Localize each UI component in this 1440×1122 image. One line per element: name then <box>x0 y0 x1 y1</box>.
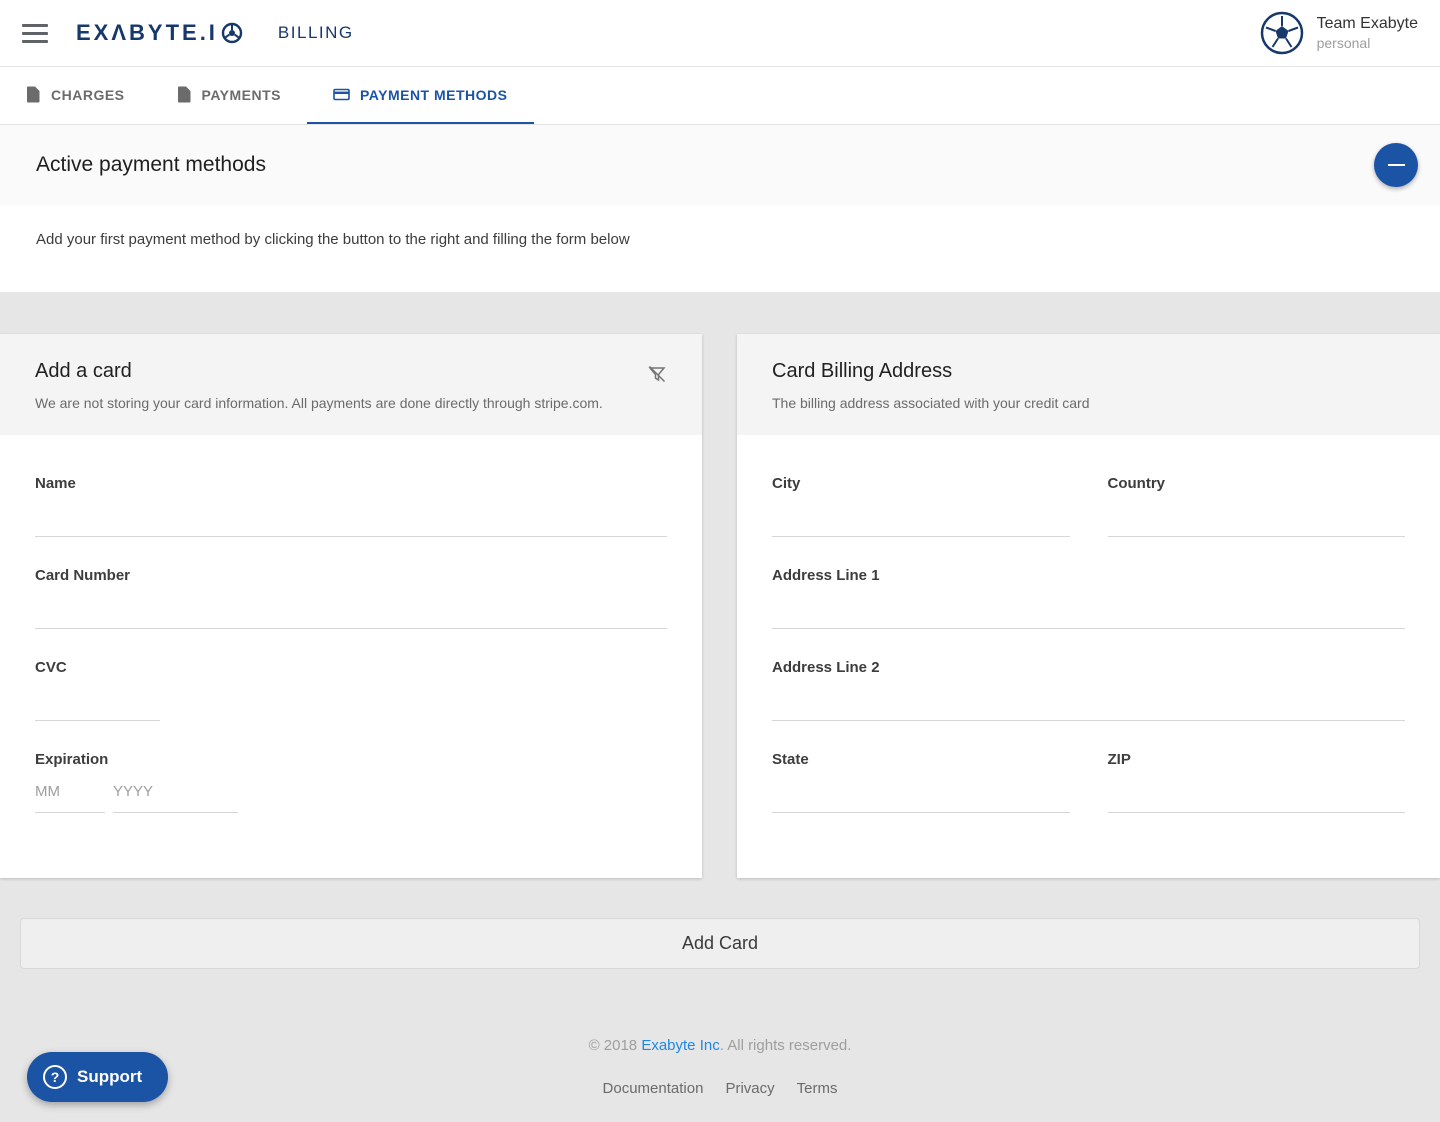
copyright-prefix: © 2018 <box>589 1037 642 1054</box>
address2-field-group: Address Line 2 <box>772 659 1405 721</box>
expiration-field-group: Expiration <box>35 751 667 813</box>
copyright: © 2018 Exabyte Inc. All rights reserved. <box>0 1037 1440 1054</box>
card-number-input[interactable] <box>35 587 667 629</box>
hamburger-menu-icon[interactable] <box>22 19 52 48</box>
team-name: Team Exabyte <box>1317 13 1418 35</box>
cvc-label: CVC <box>35 659 667 679</box>
country-input[interactable] <box>1108 495 1406 537</box>
billing-address-subtitle: The billing address associated with your… <box>772 395 1405 411</box>
add-card-button[interactable]: Add Card <box>20 918 1420 969</box>
document-icon <box>177 86 192 103</box>
address1-field-group: Address Line 1 <box>772 567 1405 629</box>
card-number-label: Card Number <box>35 567 667 587</box>
add-card-title: Add a card <box>35 360 647 383</box>
add-card-panel: Add a card We are not storing your card … <box>0 334 702 878</box>
tab-label: PAYMENT METHODS <box>360 87 508 103</box>
zip-label: ZIP <box>1108 751 1406 771</box>
address-line-2-input[interactable] <box>772 679 1405 721</box>
zip-input[interactable] <box>1108 771 1406 813</box>
account-widget[interactable]: Team Exabyte personal <box>1259 10 1418 56</box>
add-card-subtitle: We are not storing your card information… <box>35 395 647 411</box>
state-label: State <box>772 751 1070 771</box>
top-bar: EXΛBYTE.I BILLING Team <box>0 0 1440 67</box>
name-field-group: Name <box>35 475 667 537</box>
zip-field-group: ZIP <box>1108 751 1406 813</box>
tab-payments[interactable]: PAYMENTS <box>151 67 307 124</box>
address-line-1-input[interactable] <box>772 587 1405 629</box>
tab-charges[interactable]: CHARGES <box>0 67 151 124</box>
help-icon: ? <box>43 1065 67 1089</box>
city-input[interactable] <box>772 495 1070 537</box>
expiration-label: Expiration <box>35 751 667 771</box>
cvc-field-group: CVC <box>35 659 667 721</box>
country-label: Country <box>1108 475 1406 495</box>
name-input[interactable] <box>35 495 667 537</box>
panel-description-area: Add your first payment method by clickin… <box>0 205 1440 292</box>
card-number-field-group: Card Number <box>35 567 667 629</box>
copyright-suffix: . All rights reserved. <box>720 1037 852 1054</box>
logo-text: EXΛBYTE.I <box>76 20 218 46</box>
logo[interactable]: EXΛBYTE.I <box>76 20 244 46</box>
privacy-link[interactable]: Privacy <box>725 1080 774 1097</box>
support-button[interactable]: ? Support <box>27 1052 168 1102</box>
city-label: City <box>772 475 1070 495</box>
address1-label: Address Line 1 <box>772 567 1405 587</box>
document-icon <box>26 86 41 103</box>
panel-description: Add your first payment method by clickin… <box>36 231 1404 248</box>
panel-title: Active payment methods <box>36 153 1374 177</box>
clear-form-icon[interactable] <box>647 364 667 389</box>
support-label: Support <box>77 1067 142 1087</box>
expiration-month-input[interactable] <box>35 771 105 813</box>
state-field-group: State <box>772 751 1070 813</box>
city-field-group: City <box>772 475 1070 537</box>
active-payment-methods-header: Active payment methods <box>0 125 1440 205</box>
cvc-input[interactable] <box>35 679 160 721</box>
logo-gear-icon <box>220 21 244 45</box>
minus-icon <box>1388 164 1405 166</box>
tab-payment-methods[interactable]: PAYMENT METHODS <box>307 67 534 124</box>
name-label: Name <box>35 475 667 495</box>
tab-label: CHARGES <box>51 87 125 103</box>
expiration-year-input[interactable] <box>113 771 238 813</box>
country-field-group: Country <box>1108 475 1406 537</box>
footer: © 2018 Exabyte Inc. All rights reserved.… <box>0 969 1440 1097</box>
collapse-button[interactable] <box>1374 143 1418 187</box>
main-content: Add a card We are not storing your card … <box>0 292 1440 1097</box>
page-section-title: BILLING <box>278 23 354 43</box>
company-link[interactable]: Exabyte Inc <box>641 1037 719 1054</box>
credit-card-icon <box>333 87 350 102</box>
documentation-link[interactable]: Documentation <box>603 1080 704 1097</box>
billing-address-title: Card Billing Address <box>772 360 1405 383</box>
team-type: personal <box>1317 34 1418 53</box>
address2-label: Address Line 2 <box>772 659 1405 679</box>
team-avatar-icon <box>1259 10 1305 56</box>
tab-label: PAYMENTS <box>202 87 281 103</box>
billing-address-panel: Card Billing Address The billing address… <box>737 334 1440 878</box>
terms-link[interactable]: Terms <box>797 1080 838 1097</box>
tab-bar: CHARGES PAYMENTS PAYMENT METHODS <box>0 67 1440 125</box>
state-input[interactable] <box>772 771 1070 813</box>
